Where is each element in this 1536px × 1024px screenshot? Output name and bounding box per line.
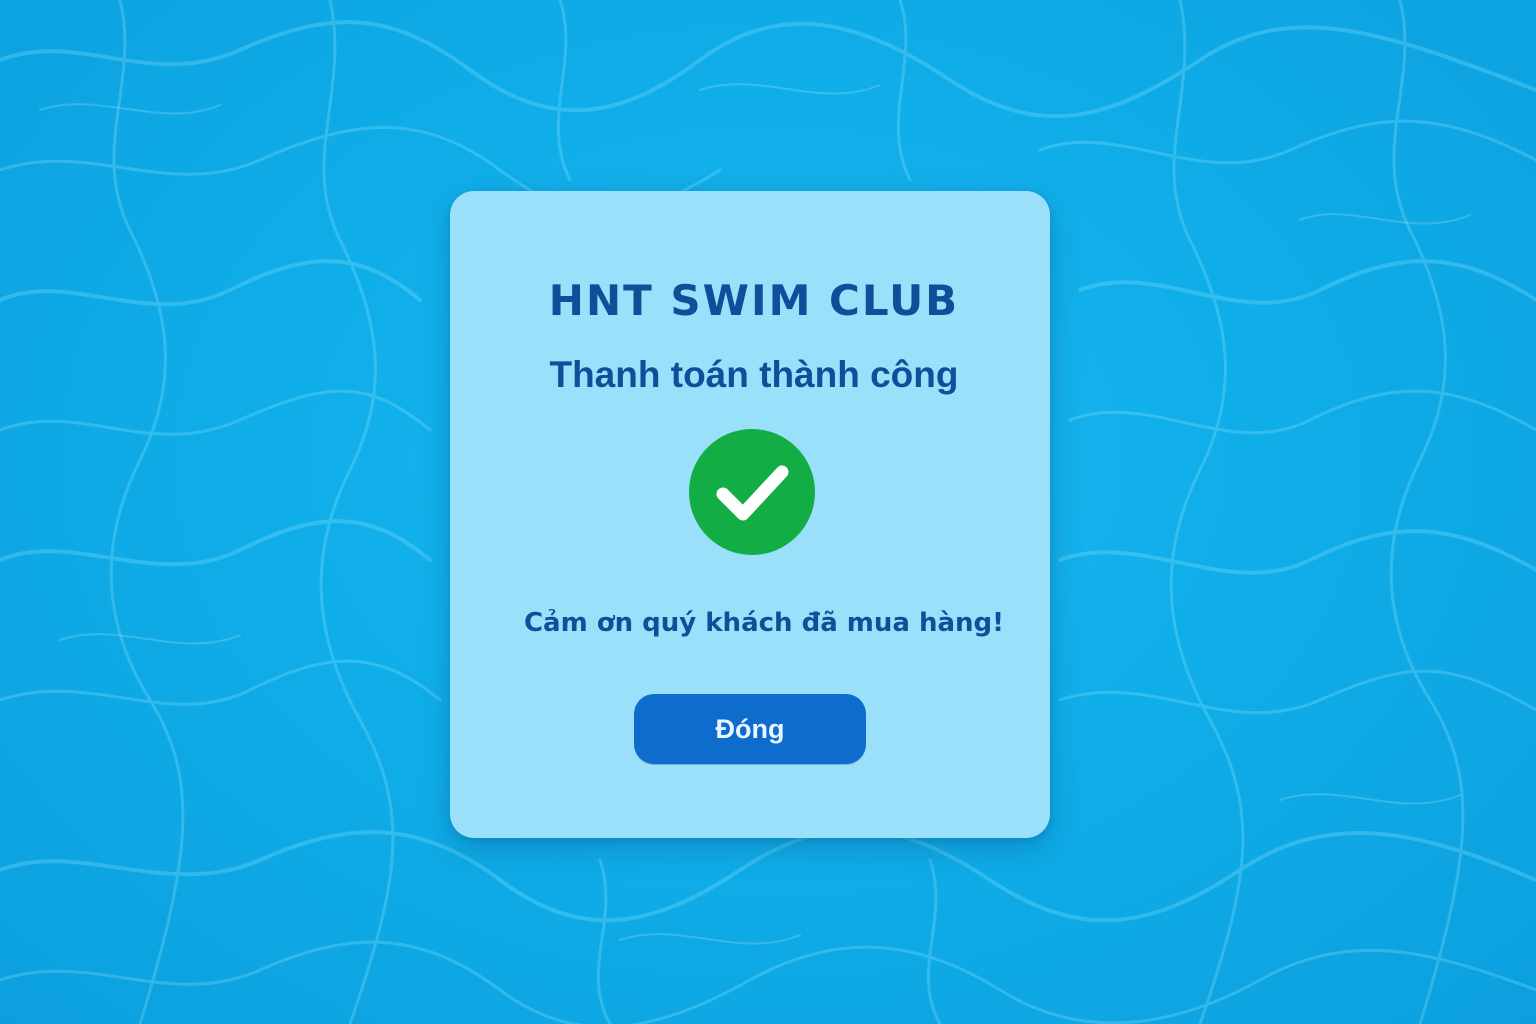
payment-status-title: Thanh toán thành công — [549, 354, 959, 395]
check-circle-icon — [688, 428, 816, 556]
thank-you-message: Cảm ơn quý khách đã mua hàng! — [523, 608, 1005, 638]
close-button[interactable]: Đóng — [634, 694, 866, 764]
club-name-heading: HNT SWIM CLUB — [548, 276, 960, 325]
